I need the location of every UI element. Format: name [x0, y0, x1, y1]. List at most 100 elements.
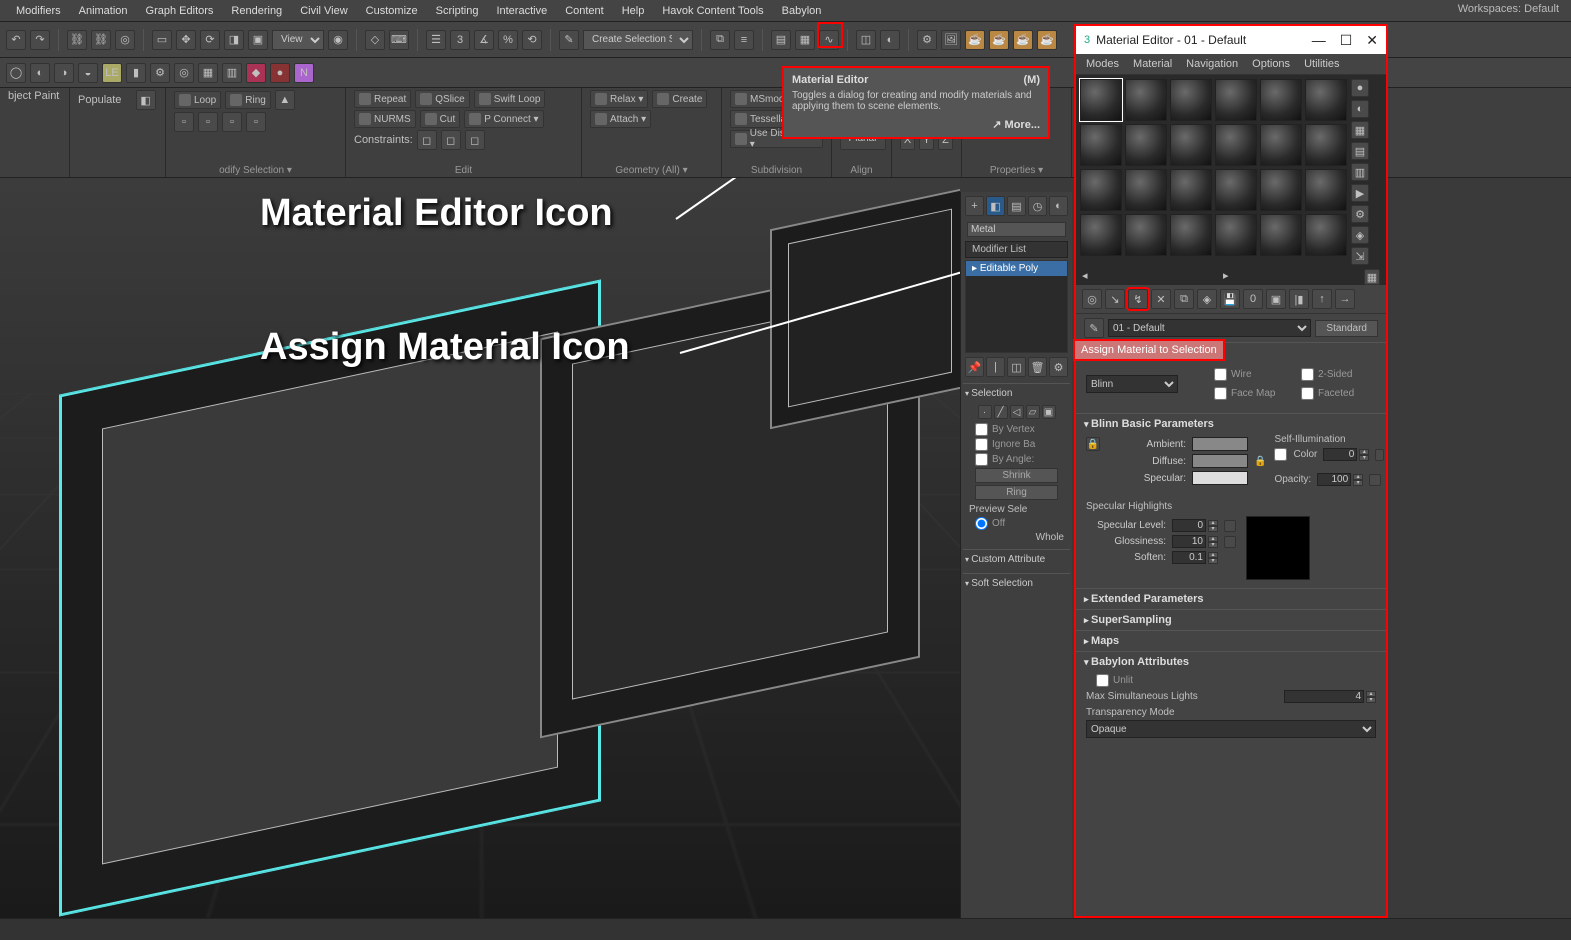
material-slot-18[interactable]	[1305, 169, 1347, 211]
material-slot-9[interactable]	[1170, 124, 1212, 166]
menu-civil-view[interactable]: Civil View	[300, 5, 347, 17]
material-slot-24[interactable]	[1305, 214, 1347, 256]
slot-scroll-right[interactable]: ▸	[1223, 269, 1229, 285]
attach-button[interactable]: Attach ▾	[590, 110, 651, 128]
tool-2-icon[interactable]: ◐	[30, 63, 50, 83]
2sided-checkbox[interactable]	[1301, 368, 1314, 381]
pconnect-button[interactable]: P Connect ▾	[464, 110, 543, 128]
slot-layout-icon[interactable]: ▦	[1364, 269, 1380, 285]
material-slot-10[interactable]	[1215, 124, 1257, 166]
display-tab-icon[interactable]: ◐	[1049, 196, 1068, 216]
motion-tab-icon[interactable]: ◷	[1028, 196, 1047, 216]
reset-map-icon[interactable]: ✕	[1151, 289, 1171, 309]
relax-button[interactable]: Relax ▾	[590, 90, 648, 108]
undo-icon[interactable]: ↶	[6, 30, 26, 50]
reference-coord-dropdown[interactable]: View	[272, 30, 324, 50]
render-frame-icon[interactable]: 🖼	[941, 30, 961, 50]
put-to-scene-icon[interactable]: ↘	[1105, 289, 1125, 309]
assign-to-selection-icon[interactable]: ↯	[1128, 289, 1148, 309]
menu-help[interactable]: Help	[622, 5, 645, 17]
tool-7-icon[interactable]: ⚙	[150, 63, 170, 83]
material-slot-17[interactable]	[1260, 169, 1302, 211]
slot-scroll-left[interactable]: ◂	[1082, 269, 1088, 285]
transparency-mode-dropdown[interactable]: Opaque	[1086, 720, 1376, 738]
glossiness-spinner[interactable]	[1172, 535, 1206, 548]
material-slot-8[interactable]	[1125, 124, 1167, 166]
video-check-icon[interactable]: ▥	[1351, 163, 1369, 181]
material-slot-4[interactable]	[1215, 79, 1257, 121]
swift-loop-button[interactable]: Swift Loop	[474, 90, 546, 108]
place-icon[interactable]: ▣	[248, 30, 268, 50]
material-slot-15[interactable]	[1170, 169, 1212, 211]
make-copy-icon[interactable]: ⧉	[1174, 289, 1194, 309]
redo-icon[interactable]: ↷	[30, 30, 50, 50]
stack-editable-poly[interactable]: ▸ Editable Poly	[966, 261, 1067, 276]
nurms-button[interactable]: NURMS	[354, 110, 416, 128]
tool-6-icon[interactable]: ▮	[126, 63, 146, 83]
modify-tab-icon[interactable]: ◧	[986, 196, 1005, 216]
viewport[interactable]: Material Editor Icon Assign Material Ico…	[0, 178, 960, 918]
babylon-header[interactable]: Babylon Attributes	[1084, 656, 1378, 668]
render-setup-icon[interactable]: ⚙	[917, 30, 937, 50]
percent-snap-icon[interactable]: %	[498, 30, 518, 50]
me-menu-navigation[interactable]: Navigation	[1186, 58, 1238, 70]
render-icon[interactable]: ☕	[965, 30, 985, 50]
menu-scripting[interactable]: Scripting	[436, 5, 479, 17]
tool-9-icon[interactable]: ▦	[198, 63, 218, 83]
material-slot-12[interactable]	[1305, 124, 1347, 166]
create-selection-set-dropdown[interactable]: Create Selection Se	[583, 30, 693, 50]
select-icon[interactable]: ▭	[152, 30, 172, 50]
edit-named-sel-icon[interactable]: ✎	[559, 30, 579, 50]
shrink-button[interactable]: Shrink	[975, 468, 1057, 483]
vertex-subobj-icon[interactable]: ·	[978, 405, 992, 419]
remove-mod-icon[interactable]: 🗑	[1028, 357, 1047, 377]
soften-spinner[interactable]	[1172, 551, 1206, 564]
sel-icon-2[interactable]: ▫	[198, 112, 218, 132]
schematic-view-icon[interactable]: ◫	[856, 30, 876, 50]
mat-map-nav-icon[interactable]: ⇲	[1351, 247, 1369, 265]
rotate-icon[interactable]: ⟳	[200, 30, 220, 50]
by-vertex-checkbox[interactable]	[975, 423, 988, 436]
self-illum-color-checkbox[interactable]	[1274, 448, 1287, 461]
specular-level-spinner[interactable]	[1172, 519, 1206, 532]
menu-havok[interactable]: Havok Content Tools	[662, 5, 763, 17]
material-slot-6[interactable]	[1305, 79, 1347, 121]
opacity-map-icon[interactable]	[1369, 474, 1381, 486]
material-slot-7[interactable]	[1080, 124, 1122, 166]
sample-type-icon[interactable]: ●	[1351, 79, 1369, 97]
constraint-face-icon[interactable]: ◻	[465, 130, 485, 150]
cut-button[interactable]: Cut	[420, 110, 461, 128]
show-map-icon[interactable]: ▣	[1266, 289, 1286, 309]
menu-babylon[interactable]: Babylon	[782, 5, 822, 17]
object-name-field[interactable]	[967, 222, 1066, 237]
show-end-result-icon[interactable]: |▮	[1289, 289, 1309, 309]
element-subobj-icon[interactable]: ▣	[1042, 405, 1056, 419]
preview-off-radio[interactable]	[975, 517, 988, 530]
toggle-ribbon-icon[interactable]: ▦	[795, 30, 815, 50]
material-slot-21[interactable]	[1170, 214, 1212, 256]
tool-4-icon[interactable]: ◒	[78, 63, 98, 83]
options-icon[interactable]: ⚙	[1351, 205, 1369, 223]
create-tab-icon[interactable]: +	[965, 196, 984, 216]
sel-icon-3[interactable]: ▫	[222, 112, 242, 132]
link-icon[interactable]: ⛓	[67, 30, 87, 50]
material-slot-16[interactable]	[1215, 169, 1257, 211]
modify-selection-label[interactable]: odify Selection ▾	[166, 165, 345, 176]
tooltip-more-link[interactable]: ↗ More...	[792, 118, 1040, 131]
border-subobj-icon[interactable]: ◁	[1010, 405, 1024, 419]
select-manip-icon[interactable]: ◇	[365, 30, 385, 50]
bind-icon[interactable]: ◎	[115, 30, 135, 50]
grow-icon[interactable]: ▲	[275, 90, 295, 110]
config-mod-icon[interactable]: ⚙	[1049, 357, 1068, 377]
material-slot-14[interactable]	[1125, 169, 1167, 211]
menu-rendering[interactable]: Rendering	[231, 5, 282, 17]
tool-3-icon[interactable]: ◑	[54, 63, 74, 83]
spec-level-map-icon[interactable]	[1224, 520, 1236, 532]
mirror-icon[interactable]: ⧉	[710, 30, 730, 50]
loop-button[interactable]: Loop	[174, 91, 221, 109]
render-online-icon[interactable]: ☕	[1037, 30, 1057, 50]
material-editor-icon[interactable]: ◐	[880, 30, 900, 50]
cube-3[interactable]	[770, 187, 960, 430]
self-illum-spinner[interactable]	[1323, 448, 1357, 461]
maximize-button[interactable]: ☐	[1340, 32, 1353, 49]
